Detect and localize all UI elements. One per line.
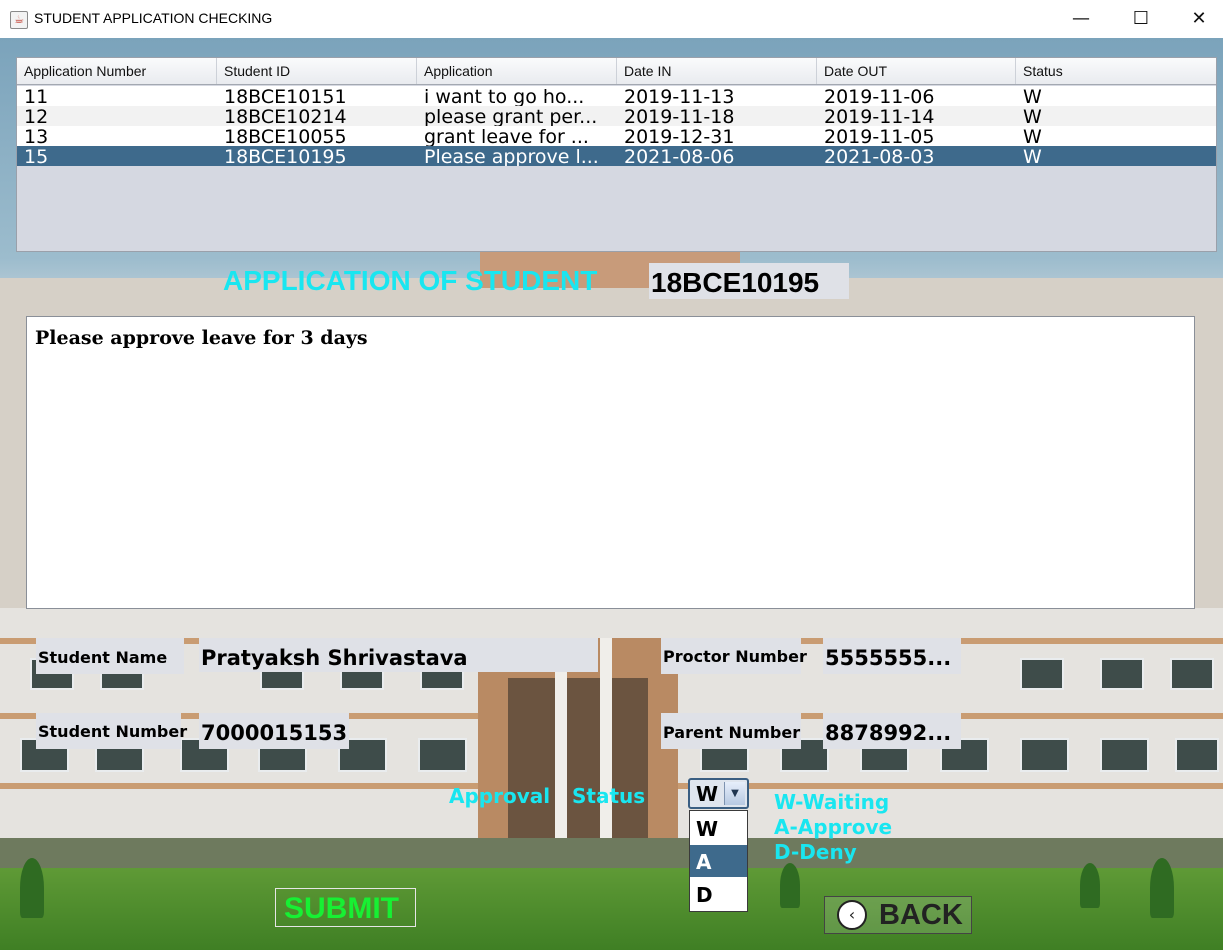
table-row[interactable]: 11 18BCE10151 i want to go ho... 2019-11… [17,86,1216,106]
table-row[interactable]: 12 18BCE10214 please grant per... 2019-1… [17,106,1216,126]
application-textarea[interactable]: Please approve leave for 3 days [26,316,1195,609]
table-row-selected[interactable]: 15 18BCE10195 Please approve l... 2021-0… [17,146,1216,166]
column-header-student-id[interactable]: Student ID [217,58,417,84]
cell-date-out: 2019-11-14 [824,106,935,126]
cell-application: Please approve l... [424,146,599,166]
chevron-down-icon[interactable]: ▼ [724,782,745,805]
column-header-application-number[interactable]: Application Number [17,58,217,84]
application-text: Please approve leave for 3 days [35,327,368,349]
column-header-application[interactable]: Application [417,58,617,84]
cell-date-in: 2019-11-18 [624,106,735,126]
cell-date-out: 2019-11-05 [824,126,935,146]
cell-student-id: 18BCE10055 [224,126,347,146]
legend-waiting: W-Waiting [774,790,890,814]
approval-label: Approval [449,784,551,808]
column-header-status[interactable]: Status [1016,58,1216,84]
proctor-number-label: Proctor Number [661,638,807,674]
option-approve[interactable]: A [690,845,747,877]
student-name-value: Pratyaksh Shrivastava [199,638,598,672]
minimize-button[interactable]: — [1052,0,1110,38]
student-number-value: 7000015153 [199,713,349,749]
column-header-date-out[interactable]: Date OUT [817,58,1016,84]
proctor-number-value: 5555555... [823,638,961,674]
student-number-label: Student Number [36,713,187,749]
cell-status: W [1023,126,1042,146]
legend-approve: A-Approve [774,815,893,839]
cell-application-number: 11 [24,86,49,106]
cell-application: grant leave for ... [424,126,589,146]
cell-date-in: 2021-08-06 [624,146,735,166]
approval-status-select[interactable]: W ▼ [688,778,749,809]
student-name-label: Student Name [36,638,184,674]
cell-status: W [1023,106,1042,126]
cell-application-number: 13 [24,126,49,146]
cell-status: W [1023,146,1042,166]
title-bar: ☕ STUDENT APPLICATION CHECKING — ☐ ✕ [0,0,1223,39]
back-button[interactable]: ‹ BACK [824,896,972,934]
status-label: Status [572,784,646,808]
application-heading: APPLICATION OF STUDENT [223,265,598,296]
cell-application-number: 15 [24,146,49,166]
column-header-date-in[interactable]: Date IN [617,58,817,84]
cell-date-in: 2019-12-31 [624,126,735,146]
option-waiting[interactable]: W [690,812,747,844]
submit-button[interactable]: SUBMIT [275,888,416,927]
cell-student-id: 18BCE10195 [224,146,347,166]
cell-status: W [1023,86,1042,106]
cell-date-in: 2019-11-13 [624,86,735,106]
back-arrow-icon: ‹ [837,900,867,930]
applications-table[interactable]: Application Number Student ID Applicatio… [16,57,1217,252]
back-button-label: BACK [879,899,963,931]
cell-application-number: 12 [24,106,49,126]
option-deny[interactable]: D [690,878,747,910]
window-title: STUDENT APPLICATION CHECKING [34,10,273,26]
approval-status-selected-value: W [696,782,719,806]
heading-student-id: 18BCE10195 [649,263,849,299]
close-button[interactable]: ✕ [1170,0,1223,38]
cell-date-out: 2019-11-06 [824,86,935,106]
legend-deny: D-Deny [774,840,857,864]
parent-number-label: Parent Number [661,713,801,749]
cell-student-id: 18BCE10151 [224,86,347,106]
cell-application: i want to go ho... [424,86,585,106]
cell-student-id: 18BCE10214 [224,106,347,126]
cell-date-out: 2021-08-03 [824,146,935,166]
parent-number-value: 8878992... [823,713,961,749]
table-row[interactable]: 13 18BCE10055 grant leave for ... 2019-1… [17,126,1216,146]
cell-application: please grant per... [424,106,598,126]
table-header: Application Number Student ID Applicatio… [17,58,1216,85]
java-app-icon: ☕ [10,11,28,29]
maximize-button[interactable]: ☐ [1112,0,1170,38]
approval-status-dropdown[interactable]: W A D [689,810,748,912]
